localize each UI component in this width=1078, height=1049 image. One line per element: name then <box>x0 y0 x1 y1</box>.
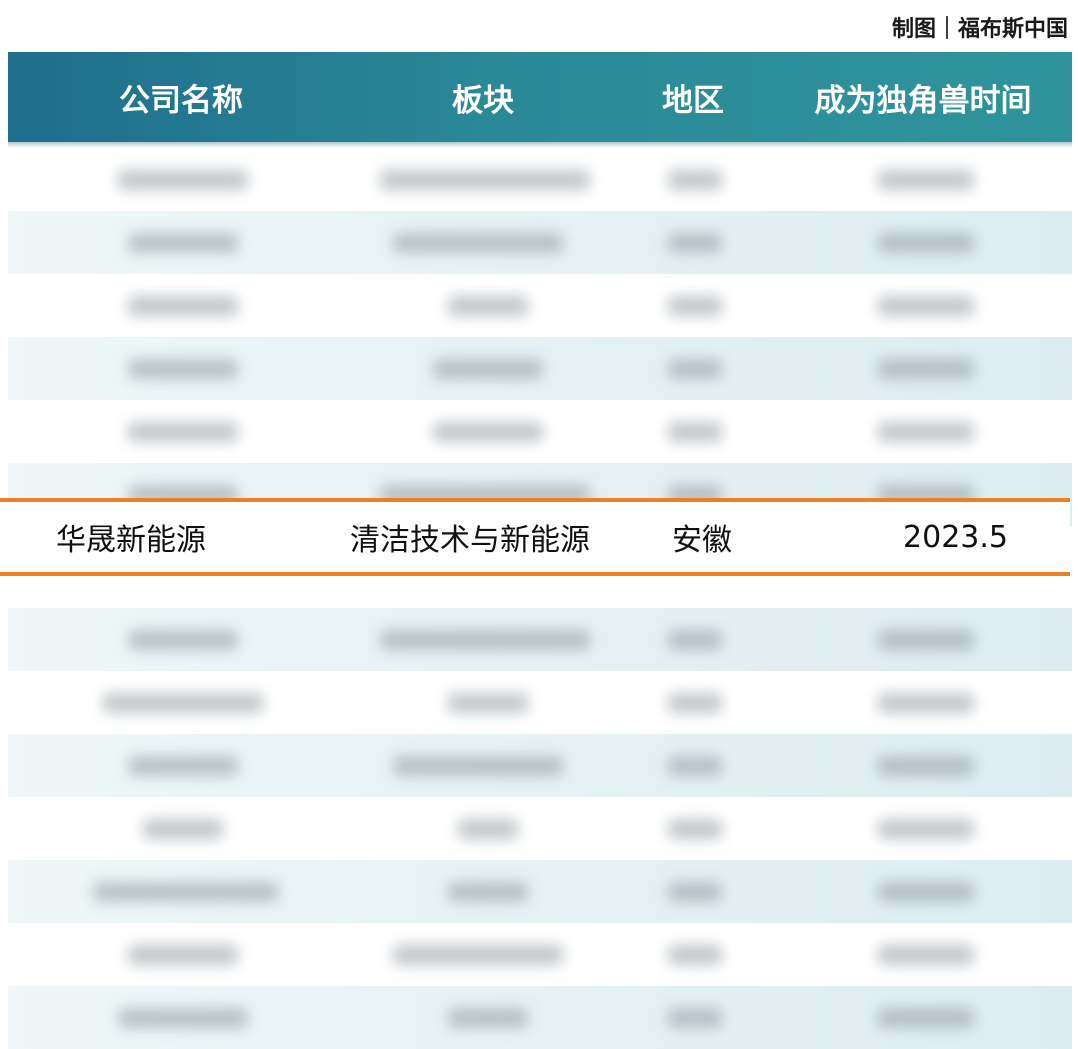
table-row-blurred <box>8 860 1072 923</box>
table-body <box>8 148 1072 1049</box>
table-header: 公司名称 板块 地区 成为独角兽时间 <box>8 52 1072 142</box>
table-row-blurred <box>8 337 1072 400</box>
table-row-blurred <box>8 797 1072 860</box>
unicorn-table: 公司名称 板块 地区 成为独角兽时间 <box>8 52 1072 1049</box>
table-row-blurred <box>8 400 1072 463</box>
highlighted-sector: 清洁技术与新能源 <box>350 523 590 558</box>
table-row-blurred <box>8 274 1072 337</box>
table-row-blurred <box>8 211 1072 274</box>
highlighted-row: 华晟新能源 清洁技术与新能源 安徽 2023.5 <box>0 498 1070 576</box>
table-row-blurred <box>8 923 1072 986</box>
table-row-blurred <box>8 148 1072 211</box>
highlighted-unicorn-date: 2023.5 <box>903 519 1008 555</box>
header-sector: 板块 <box>452 82 514 119</box>
table-row-blurred <box>8 734 1072 797</box>
highlighted-region: 安徽 <box>672 523 732 558</box>
chart-credit: 制图｜福布斯中国 <box>891 17 1068 42</box>
header-region: 地区 <box>662 82 724 119</box>
table-row-blurred <box>8 608 1072 671</box>
highlighted-company-name: 华晟新能源 <box>56 523 206 558</box>
table-row-blurred <box>8 671 1072 734</box>
table-row-blurred <box>8 986 1072 1049</box>
header-company-name: 公司名称 <box>119 82 243 119</box>
header-unicorn-date: 成为独角兽时间 <box>814 82 1032 119</box>
